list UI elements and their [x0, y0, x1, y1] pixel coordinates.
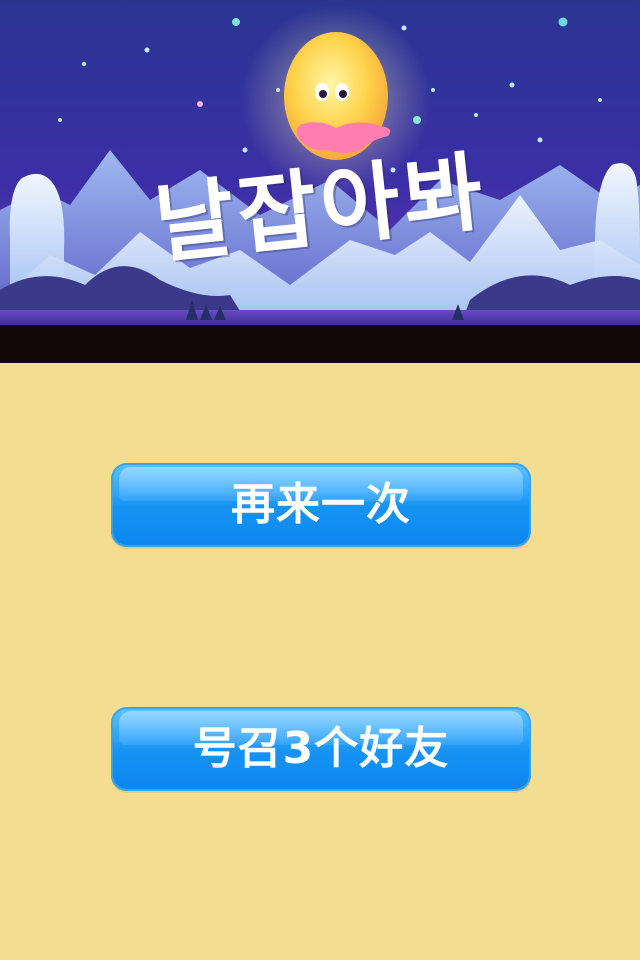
banner-bottom-strip: [0, 325, 640, 363]
retry-button-label: 再来一次: [231, 479, 411, 530]
retry-button[interactable]: 再来一次: [111, 463, 531, 547]
title-banner: 날잡아봐: [0, 0, 640, 327]
invite-friends-button[interactable]: 号召3个好友: [111, 707, 531, 791]
game-over-screen: 날잡아봐 再来一次 号召3个好友: [0, 0, 640, 960]
invite-friends-button-label: 号召3个好友: [192, 723, 450, 774]
